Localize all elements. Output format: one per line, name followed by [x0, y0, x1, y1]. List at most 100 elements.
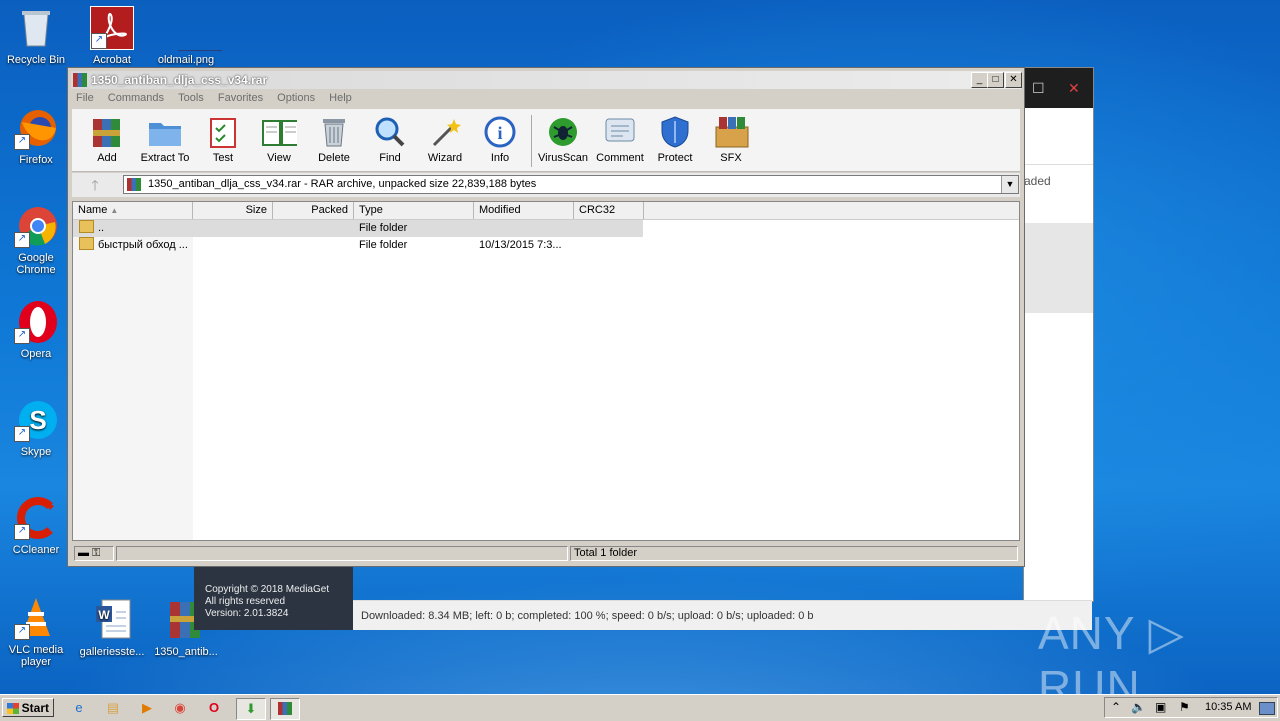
show-desktop-icon[interactable]	[1259, 702, 1275, 715]
titlebar[interactable]: 1350_antiban_dlja_css_v34.rar _ □ ✕	[71, 71, 1022, 89]
menu-favorites[interactable]: Favorites	[218, 92, 263, 104]
toolbar-label: SFX	[720, 152, 742, 164]
file-list[interactable]: Name ▲ Size Packed Type Modified CRC32 .…	[72, 201, 1020, 541]
desktop-icon-ccleaner[interactable]: ↗ CCleaner	[0, 496, 72, 556]
desktop-icon-label: Opera	[20, 348, 52, 360]
desktop-icon-firefox[interactable]: ↗ Firefox	[0, 106, 72, 166]
desktop-icon-vlc[interactable]: ↗ VLC media player	[0, 596, 72, 668]
desktop-icon-acrobat[interactable]: ↗ Acrobat	[76, 6, 148, 66]
menu-help[interactable]: Help	[329, 92, 352, 104]
test-button[interactable]: Test	[194, 111, 252, 164]
toolbar-label: Wizard	[427, 152, 463, 164]
table-row[interactable]: быстрый обход ... File folder 10/13/2015…	[73, 237, 643, 254]
desktop-icon-skype[interactable]: S ↗ Skype	[0, 398, 72, 458]
row-name: ..	[79, 220, 104, 237]
opera-icon[interactable]: O	[203, 698, 225, 718]
toolbar-label: Extract To	[140, 152, 190, 164]
menu-commands[interactable]: Commands	[108, 92, 164, 104]
close-button[interactable]: ✕	[1068, 80, 1080, 97]
minimize-button[interactable]: _	[971, 72, 988, 88]
chrome-icon: ↗	[14, 204, 58, 248]
winrar-window[interactable]: 1350_antiban_dlja_css_v34.rar _ □ ✕ File…	[67, 67, 1025, 567]
start-label: Start	[21, 701, 49, 715]
network-icon[interactable]: ▣	[1155, 700, 1166, 714]
desktop-icon-label: galleriesste...	[79, 646, 145, 658]
wizard-button[interactable]: Wizard	[416, 111, 474, 164]
column-type[interactable]: Type	[354, 202, 474, 219]
extract-to-button[interactable]: Extract To	[136, 111, 194, 164]
ie-icon[interactable]: e	[68, 698, 90, 718]
find-button[interactable]: Find	[361, 111, 419, 164]
info-button[interactable]: i Info	[471, 111, 529, 164]
explorer-folder-icon[interactable]: ▤	[102, 698, 124, 718]
desktop-icon-oldmail[interactable]: oldmail.png	[150, 6, 222, 66]
desktop-icon-opera[interactable]: ↗ Opera	[0, 300, 72, 360]
desktop-icon-label: oldmail.png	[157, 54, 215, 66]
desktop-icon-word-doc[interactable]: W galleriesste...	[76, 598, 148, 658]
protect-button[interactable]: Protect	[646, 111, 704, 164]
address-combo[interactable]: 1350_antiban_dlja_css_v34.rar - RAR arch…	[123, 175, 1019, 194]
column-packed[interactable]: Packed	[273, 202, 354, 219]
mediaget-window[interactable]: ☐ ✕ aded	[1023, 67, 1094, 602]
close-button[interactable]: ✕	[1005, 72, 1022, 88]
show-hidden-icons-icon[interactable]: ⌃	[1111, 700, 1121, 714]
table-row-parent[interactable]: .. File folder	[73, 220, 643, 237]
column-crc32[interactable]: CRC32	[574, 202, 644, 219]
clock[interactable]: 10:35 AM	[1205, 701, 1251, 713]
up-arrow-icon[interactable]: 🡑	[78, 176, 112, 194]
test-clipboard-icon	[205, 114, 241, 150]
virusscan-button[interactable]: VirusScan	[534, 111, 592, 164]
svg-text:W: W	[98, 608, 110, 622]
folder-icon	[79, 237, 94, 250]
view-button[interactable]: View	[250, 111, 308, 164]
version-text: Version: 2.01.3824	[205, 608, 289, 619]
column-name[interactable]: Name ▲	[73, 202, 193, 219]
column-modified[interactable]: Modified	[474, 202, 574, 219]
trash-icon	[316, 114, 352, 150]
column-size[interactable]: Size	[193, 202, 273, 219]
row-name-text: быстрый обход ...	[98, 239, 188, 251]
windows-flag-icon	[7, 703, 19, 714]
desktop-icon-recycle-bin[interactable]: Recycle Bin	[0, 6, 72, 66]
menu-tools[interactable]: Tools	[178, 92, 204, 104]
delete-button[interactable]: Delete	[305, 111, 363, 164]
image-file-icon	[164, 6, 222, 51]
chrome-icon[interactable]: ◉	[169, 698, 191, 718]
add-button[interactable]: Add	[78, 111, 136, 164]
desktop-icon-label: Google Chrome	[16, 252, 56, 276]
media-player-icon[interactable]: ▶	[136, 698, 158, 718]
mediaget-task-icon[interactable]: ⬇	[236, 698, 266, 720]
address-bar: 🡑 1350_antiban_dlja_css_v34.rar - RAR ar…	[72, 173, 1020, 197]
magic-wand-icon	[427, 114, 463, 150]
column-label: Name	[78, 204, 108, 216]
start-button[interactable]: Start	[2, 698, 54, 717]
row-name-text: ..	[98, 222, 105, 234]
desktop-icon-chrome[interactable]: ↗ Google Chrome	[0, 204, 72, 276]
status-left-pane	[116, 546, 568, 561]
menu-bar: File Commands Tools Favorites Options He…	[76, 92, 363, 108]
action-center-flag-icon[interactable]: ⚑	[1179, 700, 1190, 714]
acrobat-icon: ↗	[90, 6, 134, 50]
recycle-bin-icon	[14, 6, 58, 50]
toolbar-label: Find	[379, 152, 401, 164]
skype-icon: S ↗	[14, 398, 58, 442]
maximize-button[interactable]: □	[987, 72, 1004, 88]
volume-icon[interactable]: 🔈	[1131, 700, 1146, 714]
taskbar: Start e ▤ ▶ ◉ O ⬇ ⌃ 🔈 ▣ ⚑ 10:35 AM	[0, 694, 1280, 721]
maximize-button[interactable]: ☐	[1032, 80, 1045, 97]
mediaget-partial-label: aded	[1024, 174, 1051, 188]
winrar-task-icon[interactable]	[270, 698, 300, 720]
row-type: File folder	[359, 239, 408, 251]
sfx-button[interactable]: SFX	[702, 111, 760, 164]
toolbar-label: Add	[97, 152, 117, 164]
menu-options[interactable]: Options	[277, 92, 315, 104]
menu-file[interactable]: File	[76, 92, 94, 104]
comment-button[interactable]: Comment	[591, 111, 649, 164]
rights-text: All rights reserved	[205, 596, 286, 607]
window-title: 1350_antiban_dlja_css_v34.rar	[91, 73, 268, 87]
copyright-text: Copyright © 2018 MediaGet	[205, 584, 330, 595]
vlc-icon: ↗	[14, 596, 58, 640]
drive-icon[interactable]: ▬ ⚿	[74, 546, 114, 561]
mediaget-selected-row[interactable]	[1024, 223, 1093, 313]
chevron-down-icon[interactable]: ▼	[1001, 176, 1018, 193]
